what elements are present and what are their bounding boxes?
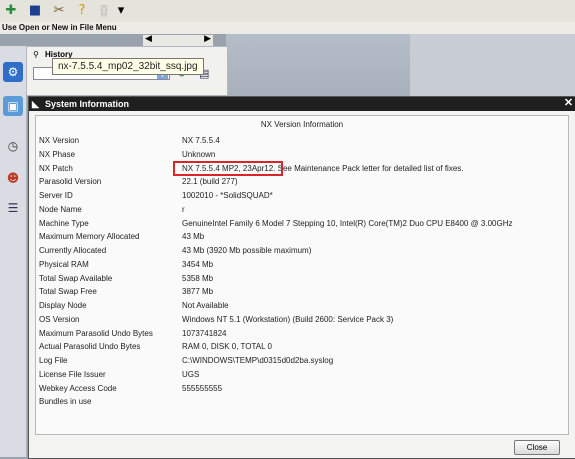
info-value: 3877 Mb — [182, 287, 214, 297]
info-label: NX Version — [39, 136, 80, 145]
info-value: NX 7.5.5.4 — [182, 136, 220, 145]
info-label: Actual Parasolid Undo Bytes — [39, 342, 141, 352]
main-toolbar: ✚ ■ ✂ ? ▯ ▾ — [0, 0, 575, 22]
system-information-dialog: ◣ System Information ✕ NX Version Inform… — [28, 96, 575, 459]
info-value: 5358 Mb — [182, 273, 214, 283]
info-value: Not Available — [182, 301, 229, 310]
info-label: Total Swap Available — [39, 273, 113, 283]
info-label: Webkey Access Code — [39, 383, 117, 393]
info-label: NX Patch — [39, 163, 73, 173]
close-icon[interactable]: ✕ — [563, 98, 574, 109]
info-value: Unknown — [182, 149, 216, 159]
info-label: Machine Type — [39, 218, 89, 228]
info-label: Server ID — [39, 191, 73, 200]
info-value: 43 Mb (3920 Mb possible maximum) — [182, 246, 312, 255]
assembly-navigator-icon[interactable]: ⚙ — [3, 62, 23, 82]
resource-bar: ⚙ ▣ ◷ ☻ ☰ — [0, 46, 27, 457]
info-label: Currently Allocated — [39, 246, 107, 255]
status-bar: Use Open or New in File Menu — [0, 22, 575, 34]
info-panel: NX Version Information NX Version NX 7.5.… — [35, 115, 569, 435]
info-label: Maximum Parasolid Undo Bytes — [39, 328, 153, 338]
new-icon[interactable]: ✚ — [2, 1, 20, 19]
system-materials-icon[interactable]: ☰ — [3, 198, 23, 218]
info-value: 43 Mb — [182, 232, 205, 242]
info-value: 3454 Mb — [182, 259, 214, 269]
roles-icon[interactable]: ☻ — [3, 168, 23, 188]
info-value: r — [182, 204, 185, 214]
highlight-box — [173, 161, 283, 176]
info-label: OS Version — [39, 314, 80, 324]
cut-icon[interactable]: ✂ — [50, 1, 68, 19]
dialog-title: System Information — [45, 99, 130, 109]
info-label: NX Phase — [39, 149, 76, 159]
info-value: C:\WINDOWS\TEMP\d0315d0d2ba.syslog — [182, 356, 334, 365]
info-label: Bundles in use — [39, 397, 92, 407]
info-label: Total Swap Free — [39, 287, 97, 297]
save-icon[interactable]: ■ — [26, 1, 44, 19]
info-header: NX Version Information — [260, 120, 344, 129]
scroll-right-icon[interactable]: ▶ — [204, 34, 211, 44]
info-value: GenuineIntel Family 6 Model 7 Stepping 1… — [182, 218, 513, 228]
info-value: 1002010 - *SolidSQUAD* — [182, 191, 273, 200]
info-label: License File Issuer — [39, 369, 106, 379]
dialog-title-bar[interactable]: ◣ System Information ✕ — [29, 97, 575, 111]
close-button[interactable]: Close — [514, 440, 560, 455]
info-label: Physical RAM — [39, 259, 89, 269]
info-value: Windows NT 5.1 (Workstation) (Build 2600… — [182, 314, 394, 324]
document-icon[interactable]: ▯ — [95, 1, 113, 19]
part-navigator-icon[interactable]: ▣ — [3, 96, 23, 116]
filename-tooltip: nx-7.5.5.4_mp02_32bit_ssq.jpg — [52, 58, 204, 75]
info-label: Maximum Memory Allocated — [39, 232, 140, 242]
info-label: Node Name — [39, 204, 82, 214]
dialog-icon: ◣ — [32, 99, 39, 109]
toolbar-dropdown-icon[interactable]: ▾ — [112, 1, 130, 19]
info-label: Log File — [39, 356, 68, 365]
info-label: Display Node — [39, 301, 87, 310]
info-value: RAM 0, DISK 0, TOTAL 0 — [182, 342, 272, 352]
info-value: 555555555 — [182, 383, 223, 393]
info-value: 22.1 (build 277) — [182, 177, 238, 187]
info-value: UGS — [182, 369, 200, 379]
help-icon[interactable]: ? — [73, 1, 91, 19]
scroll-left-icon[interactable]: ◀ — [145, 34, 152, 44]
info-label: Parasolid Version — [39, 177, 102, 187]
history-icon[interactable]: ◷ — [3, 136, 23, 156]
history-pin-icon: ⚲ — [33, 50, 39, 59]
info-value: 1073741824 — [182, 328, 227, 338]
right-panel — [410, 34, 575, 96]
